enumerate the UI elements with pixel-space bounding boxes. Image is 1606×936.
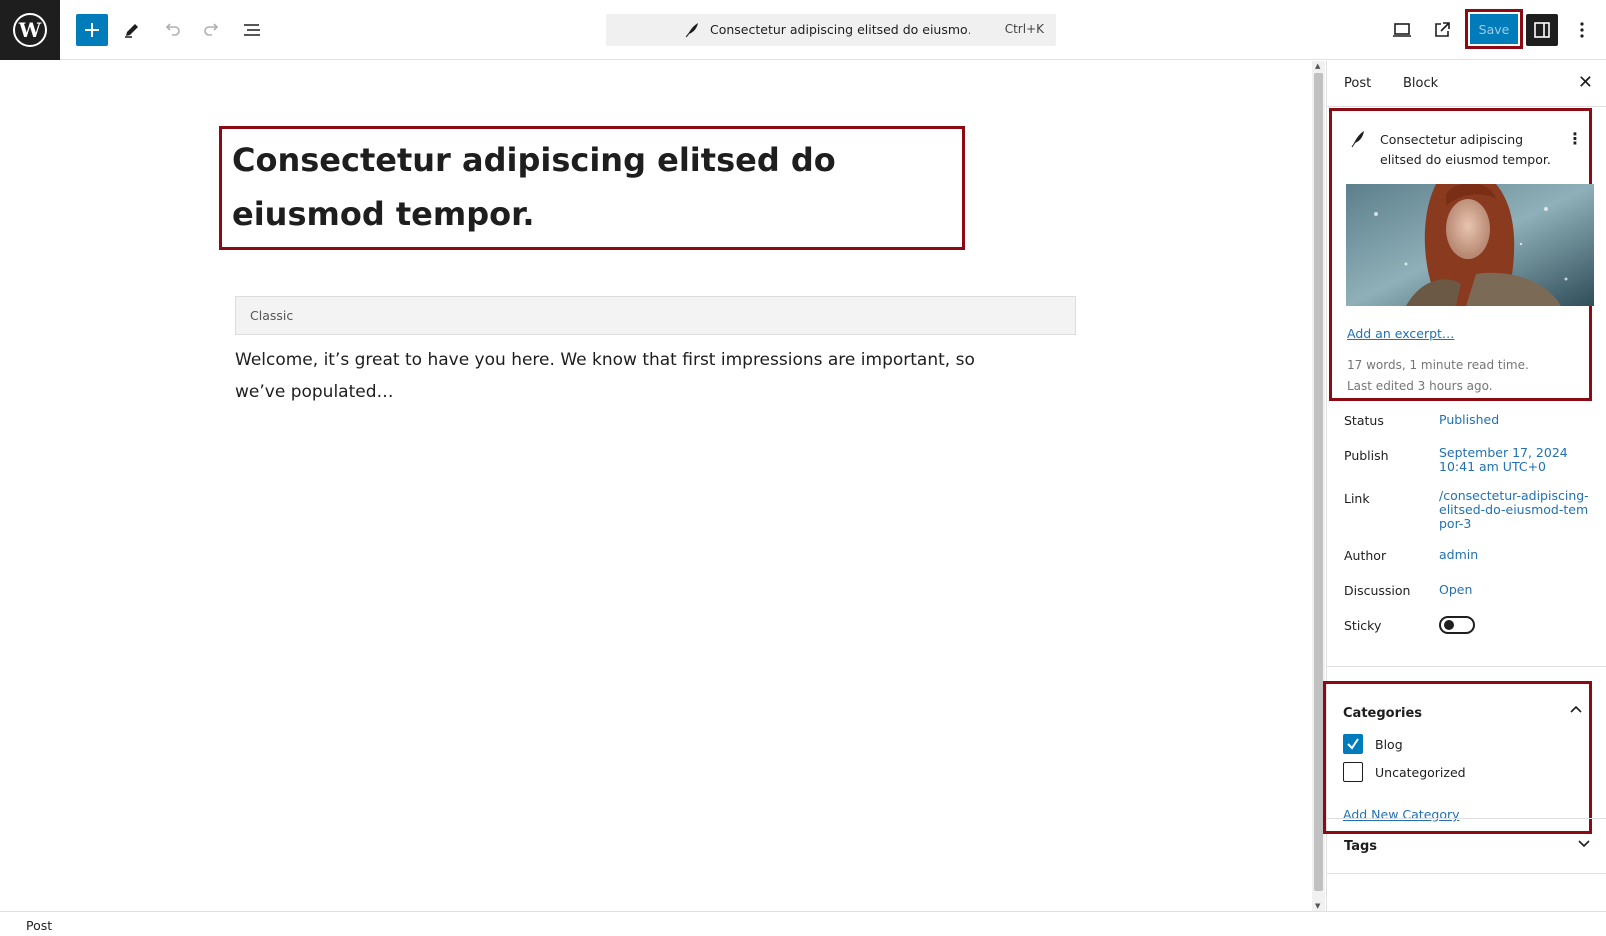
editor-canvas[interactable]: Consectetur adipiscing elitsed do eiusmo… [0, 61, 1312, 911]
view-post-button[interactable] [1426, 14, 1458, 46]
panel-divider [1327, 873, 1606, 874]
panel-divider [1327, 818, 1606, 819]
category-label-blog: Blog [1375, 736, 1403, 752]
preview-button[interactable] [1386, 14, 1418, 46]
add-block-button[interactable] [76, 14, 108, 46]
classic-block-toolbar[interactable]: Classic [235, 296, 1076, 335]
category-item-uncategorized[interactable]: Uncategorized [1343, 762, 1466, 782]
post-content[interactable]: Welcome, it’s great to have you here. We… [235, 344, 1015, 408]
tags-title[interactable]: Tags [1344, 839, 1377, 854]
link-label: Link [1344, 491, 1370, 506]
add-new-category-link[interactable]: Add New Category [1343, 807, 1460, 822]
sticky-label: Sticky [1344, 618, 1382, 633]
discussion-label: Discussion [1344, 583, 1411, 598]
checkmark-icon [1347, 738, 1359, 750]
undo-button[interactable] [156, 14, 188, 46]
settings-sidebar: Post Block ✕ Consectetur adipiscing elit… [1323, 61, 1606, 911]
redo-button[interactable] [196, 14, 228, 46]
discussion-value[interactable]: Open [1439, 583, 1589, 597]
permalink-value[interactable]: /consectetur-adipiscing-elitsed-do-eiusm… [1439, 489, 1589, 531]
scroll-up-arrow-icon[interactable]: ▲ [1315, 62, 1320, 70]
editor-toolbar: W Consectetur adipiscing elitsed do eius… [0, 0, 1606, 60]
panel-divider [1327, 666, 1606, 667]
list-view-icon [244, 24, 260, 36]
sticky-toggle[interactable] [1439, 616, 1475, 634]
author-label: Author [1344, 548, 1387, 563]
post-summary-title: Consectetur adipiscing elitsed do eiusmo… [1380, 132, 1551, 167]
publish-label: Publish [1344, 448, 1389, 463]
tab-post[interactable]: Post [1344, 76, 1371, 91]
block-breadcrumb-bar: Post [0, 911, 1606, 936]
tab-block[interactable]: Block [1403, 76, 1438, 91]
desktop-view-icon [1393, 23, 1411, 37]
external-link-icon [1435, 22, 1450, 37]
command-bar-shortcut: Ctrl+K [1004, 22, 1044, 36]
checkbox-checked[interactable] [1343, 734, 1363, 754]
post-actions-menu-icon[interactable]: ⋮ [1567, 129, 1583, 148]
wordpress-icon: W [13, 13, 47, 47]
post-feather-icon [685, 23, 698, 38]
chevron-up-icon[interactable] [1568, 702, 1584, 718]
post-summary-panel: Consectetur adipiscing elitsed do eiusmo… [1329, 108, 1594, 401]
save-button[interactable]: Save [1470, 14, 1518, 44]
pencil-icon [125, 24, 138, 38]
undo-icon [165, 23, 180, 36]
document-overview-button[interactable] [236, 14, 268, 46]
status-label: Status [1344, 413, 1384, 428]
category-label-uncategorized: Uncategorized [1375, 764, 1466, 780]
post-title[interactable]: Consectetur adipiscing elitsed do eiusmo… [232, 133, 952, 241]
scrollbar-thumb[interactable] [1314, 73, 1323, 891]
checkbox-unchecked[interactable] [1343, 762, 1363, 782]
word-count-text: 17 words, 1 minute read time. [1347, 358, 1529, 372]
toggle-knob [1444, 620, 1454, 630]
publish-date-value[interactable]: September 17, 2024 10:41 am UTC+0 [1439, 446, 1569, 474]
last-edited-text: Last edited 3 hours ago. [1347, 379, 1493, 393]
category-item-blog[interactable]: Blog [1343, 734, 1403, 754]
scroll-down-arrow-icon[interactable]: ▼ [1315, 902, 1320, 910]
wordpress-logo-button[interactable]: W [0, 0, 60, 60]
post-feather-icon [1351, 131, 1364, 148]
breadcrumb-post[interactable]: Post [26, 918, 52, 933]
featured-image-photo [1346, 184, 1594, 306]
settings-sidebar-toggle[interactable] [1526, 14, 1558, 46]
sidebar-tabs: Post Block ✕ [1327, 61, 1606, 107]
save-button-highlight: Save [1465, 9, 1523, 49]
redo-icon [204, 23, 219, 36]
chevron-down-icon[interactable] [1576, 835, 1592, 851]
featured-image[interactable] [1346, 184, 1594, 306]
options-button[interactable] [1566, 14, 1598, 46]
author-value[interactable]: admin [1439, 548, 1589, 562]
sidebar-icon [1534, 22, 1550, 38]
categories-title[interactable]: Categories [1343, 706, 1422, 721]
classic-block-label: Classic [250, 308, 294, 323]
close-sidebar-icon[interactable]: ✕ [1578, 72, 1593, 93]
tools-button[interactable] [116, 14, 148, 46]
command-palette-bar[interactable]: Consectetur adipiscing elitsed do eiusmo… [606, 14, 1056, 46]
command-bar-title: Consectetur adipiscing elitsed do eiusmo… [710, 22, 970, 37]
add-excerpt-link[interactable]: Add an excerpt… [1347, 326, 1454, 341]
categories-panel: Categories Blog Uncategorized Add New Ca… [1323, 681, 1592, 834]
plus-icon [85, 23, 99, 37]
status-value[interactable]: Published [1439, 413, 1589, 427]
more-vertical-icon [1580, 22, 1584, 38]
